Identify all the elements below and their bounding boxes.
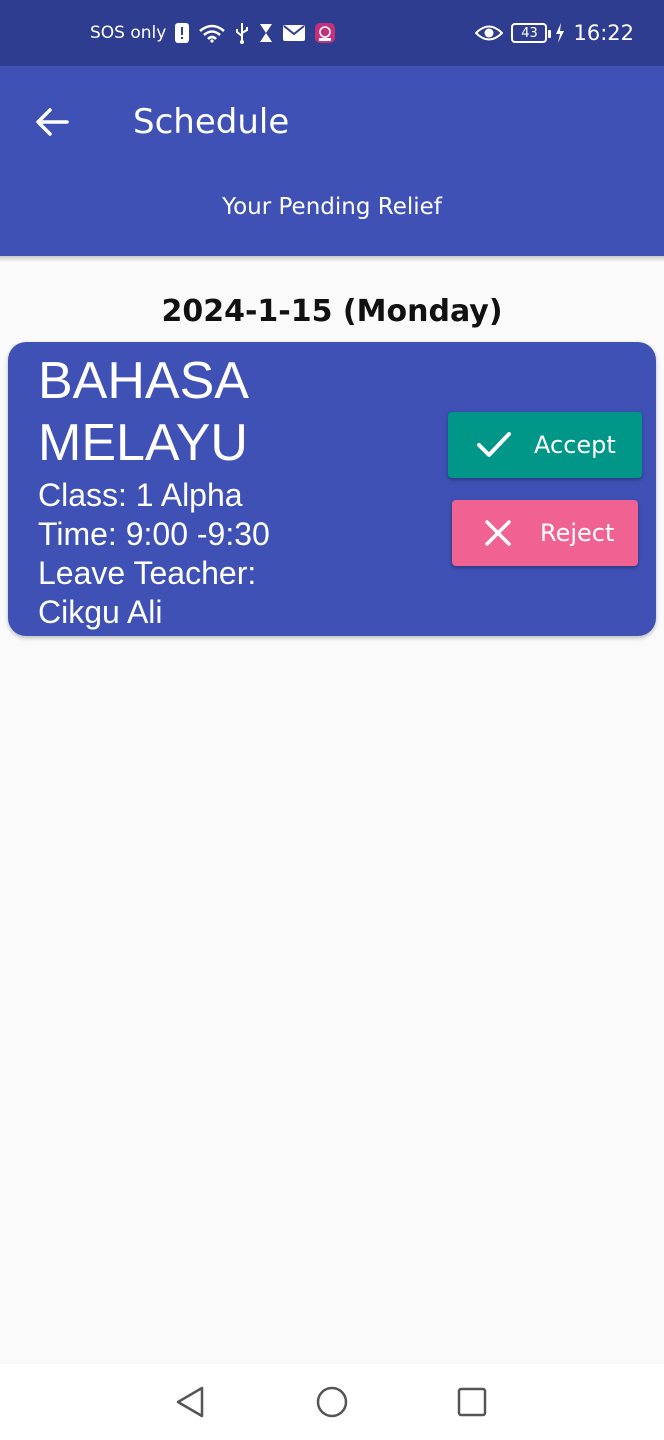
carrier-text: SOS only	[90, 23, 167, 43]
nav-home-button[interactable]	[312, 1382, 352, 1422]
nav-recents-button[interactable]	[452, 1382, 492, 1422]
system-nav-bar	[0, 1364, 664, 1440]
app-bar: Schedule Your Pending Relief	[0, 66, 664, 256]
status-bar: SOS only 43 16:22	[0, 0, 664, 66]
clock-time: 16:22	[573, 21, 634, 45]
app-bar-shadow	[0, 256, 664, 262]
close-icon	[478, 513, 518, 553]
recents-square-icon	[456, 1386, 488, 1418]
subject-title: BAHASA MELAYU	[38, 352, 248, 472]
back-triangle-icon	[174, 1385, 206, 1419]
reject-button[interactable]: Reject	[452, 500, 638, 566]
page-title: Schedule	[133, 102, 290, 142]
nav-back-button[interactable]	[170, 1382, 210, 1422]
reject-label: Reject	[540, 519, 615, 547]
accept-button[interactable]: Accept	[448, 412, 642, 478]
leave-teacher-name: Cikgu Ali	[38, 594, 163, 630]
home-circle-icon	[315, 1385, 349, 1419]
page-subtitle: Your Pending Relief	[222, 194, 442, 220]
eye-icon	[475, 24, 504, 42]
charging-icon	[555, 22, 565, 44]
accept-label: Accept	[534, 431, 616, 459]
time-line: Time: 9:00 -9:30	[38, 516, 270, 552]
back-button[interactable]	[26, 96, 78, 148]
alert-icon	[174, 22, 190, 44]
relief-card: BAHASA MELAYU Class: 1 Alpha Time: 9:00 …	[8, 342, 656, 636]
battery-indicator: 43	[511, 23, 552, 43]
mail-icon	[282, 24, 306, 42]
status-right: 43 16:22	[475, 0, 634, 66]
date-heading: 2024-1-15 (Monday)	[161, 294, 503, 329]
app-notification-icon	[314, 22, 336, 44]
arrow-back-icon	[35, 107, 69, 137]
wifi-icon	[198, 23, 226, 43]
hourglass-icon	[258, 22, 274, 44]
status-left: SOS only	[90, 0, 336, 66]
usb-icon	[234, 22, 250, 44]
check-icon	[474, 425, 514, 465]
leave-teacher-label: Leave Teacher:	[38, 555, 257, 591]
class-line: Class: 1 Alpha	[38, 477, 243, 513]
